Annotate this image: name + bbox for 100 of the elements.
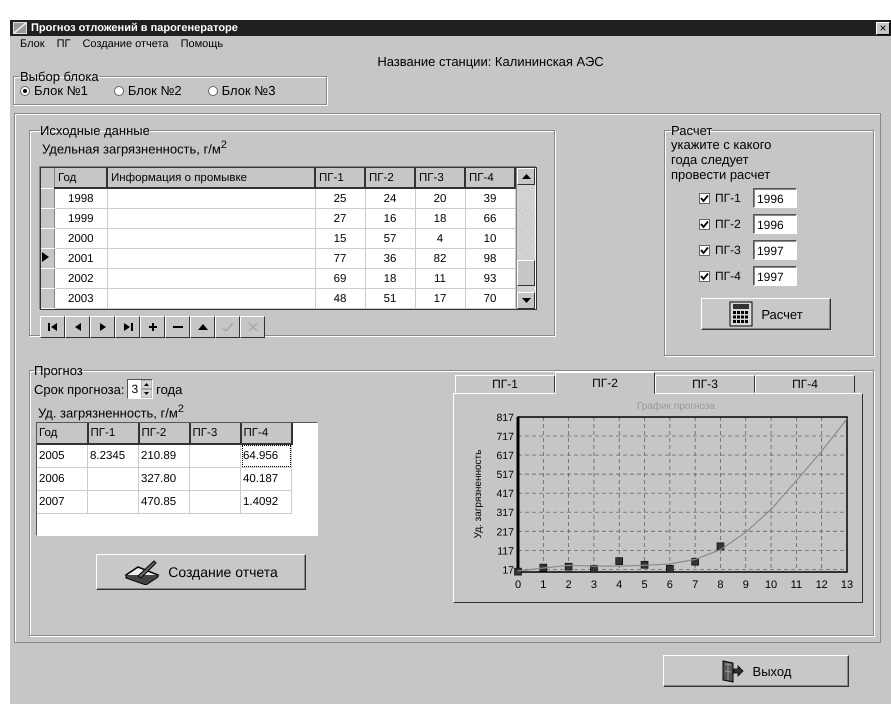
nav-button[interactable] — [140, 316, 165, 338]
axis-label: 717 — [496, 431, 514, 444]
radio-button[interactable] — [20, 86, 30, 96]
table-cell: 16 — [365, 208, 415, 228]
scroll-up-icon[interactable] — [522, 174, 530, 179]
column-header[interactable]: ПГ-1 — [88, 423, 138, 444]
column-header[interactable]: ПГ-4 — [465, 168, 515, 188]
report-button[interactable]: Создание отчета — [96, 554, 306, 590]
station-name: Название станции: Калининская АЭС — [376, 54, 605, 70]
table-cell: 210.89 — [138, 444, 190, 468]
data-point — [615, 557, 624, 565]
column-header[interactable]: ПГ-3 — [415, 168, 465, 188]
tab[interactable]: ПГ-4 — [755, 375, 855, 393]
axis-label: 317 — [496, 507, 514, 520]
axis-label: 217 — [496, 526, 514, 538]
table-cell: 24 — [365, 188, 415, 208]
radio-label[interactable]: Блок №3 — [222, 83, 276, 98]
scrollbar[interactable] — [516, 168, 535, 309]
hint-text: укажите с какого года следует провести расчет — [671, 137, 772, 182]
table-cell: 18 — [365, 268, 415, 288]
group-title: Выбор блока — [20, 70, 99, 83]
checkbox-label[interactable]: ПГ-1 — [715, 191, 741, 205]
row-indicator[interactable] — [41, 248, 54, 268]
axis-label: 6 — [666, 579, 673, 591]
checkbox-label[interactable]: ПГ-3 — [715, 243, 741, 257]
calculate-button[interactable]: Расчет — [701, 298, 831, 330]
nav-button[interactable] — [165, 316, 190, 338]
data-point — [666, 564, 674, 573]
cross-icon — [246, 321, 260, 333]
nav-button[interactable] — [115, 316, 140, 338]
table-cell: 2002 — [54, 268, 107, 288]
checkbox-label[interactable]: ПГ-2 — [715, 217, 741, 231]
tab[interactable]: ПГ-2 — [555, 372, 655, 394]
axis-label: 13 — [840, 579, 854, 591]
exit-button[interactable]: Выход — [663, 655, 849, 687]
axis-label: 11 — [790, 579, 802, 591]
scroll-thumb[interactable] — [517, 260, 535, 286]
table-cell: 39 — [465, 188, 515, 208]
radio-label[interactable]: Блок №2 — [128, 83, 182, 98]
table-cell: 48 — [315, 288, 365, 308]
row-indicator — [41, 168, 54, 188]
axis-label: 10 — [764, 579, 778, 591]
tab[interactable]: ПГ-3 — [655, 375, 755, 393]
radio-button[interactable] — [208, 86, 218, 96]
table-cell: 64.956 — [240, 444, 292, 468]
checkbox[interactable] — [699, 270, 710, 282]
nav-button[interactable] — [40, 316, 65, 338]
table-cell: 70 — [465, 288, 515, 308]
scroll-down-icon[interactable] — [522, 298, 530, 303]
table-cell: 2005 — [37, 444, 88, 468]
column-header[interactable]: Год — [37, 423, 88, 444]
radio-button[interactable] — [114, 86, 124, 96]
first-record-icon — [46, 321, 60, 333]
year-field[interactable]: 1997 — [753, 266, 797, 286]
axis-label: 1 — [540, 579, 546, 591]
nav-button[interactable] — [190, 316, 215, 338]
table-cell: 69 — [315, 268, 365, 288]
year-field[interactable]: 1996 — [753, 214, 797, 234]
table-cell: 15 — [315, 228, 365, 248]
table-cell: 1999 — [54, 208, 107, 228]
table-cell: 10 — [465, 228, 515, 248]
table-cell: 36 — [365, 248, 415, 268]
column-header[interactable]: ПГ-2 — [365, 168, 415, 188]
year-field[interactable]: 1996 — [753, 188, 797, 208]
nav-button[interactable] — [65, 316, 90, 338]
tab[interactable]: ПГ-1 — [455, 375, 555, 393]
menu-item[interactable]: Создание отчета — [82, 38, 169, 52]
axis-label: 5 — [641, 579, 648, 591]
checkbox[interactable] — [699, 192, 710, 204]
column-header[interactable]: ПГ-4 — [240, 423, 292, 444]
spin-arrows-icon[interactable] — [141, 380, 152, 398]
axis-label: 417 — [496, 488, 514, 500]
nav-button[interactable] — [90, 316, 115, 338]
year-field[interactable]: 1997 — [753, 240, 797, 260]
table-cell: 57 — [365, 228, 415, 248]
close-button[interactable]: × — [876, 22, 890, 34]
column-header[interactable]: ПГ-3 — [190, 423, 240, 444]
axis-label: 12 — [816, 579, 828, 591]
column-header[interactable]: ПГ-1 — [315, 168, 365, 188]
table-cell: 25 — [315, 188, 365, 208]
checkbox[interactable] — [699, 244, 710, 256]
menu-item[interactable]: ПГ — [56, 38, 70, 52]
axis-label: 17 — [502, 564, 514, 576]
table-cell: 20 — [415, 188, 465, 208]
term-spinner[interactable]: 3 — [127, 379, 154, 399]
axis-label: 117 — [497, 545, 514, 558]
column-header[interactable]: Информация о промывке — [107, 168, 315, 188]
menu-item[interactable]: Блок — [20, 38, 45, 52]
axis-label: 7 — [692, 579, 698, 591]
table-cell: 2007 — [37, 490, 88, 514]
table-cell: 11 — [415, 268, 465, 288]
menu-item[interactable]: Помощь — [180, 38, 224, 52]
column-header[interactable]: Год — [54, 168, 107, 188]
table-cell: 98 — [465, 248, 515, 268]
checkbox-label[interactable]: ПГ-4 — [715, 269, 741, 283]
table-cell: 2003 — [54, 288, 107, 308]
checkbox[interactable] — [699, 218, 710, 230]
axis-label: 817 — [496, 412, 514, 424]
radio-label[interactable]: Блок №1 — [34, 83, 88, 98]
column-header[interactable]: ПГ-2 — [138, 423, 190, 444]
